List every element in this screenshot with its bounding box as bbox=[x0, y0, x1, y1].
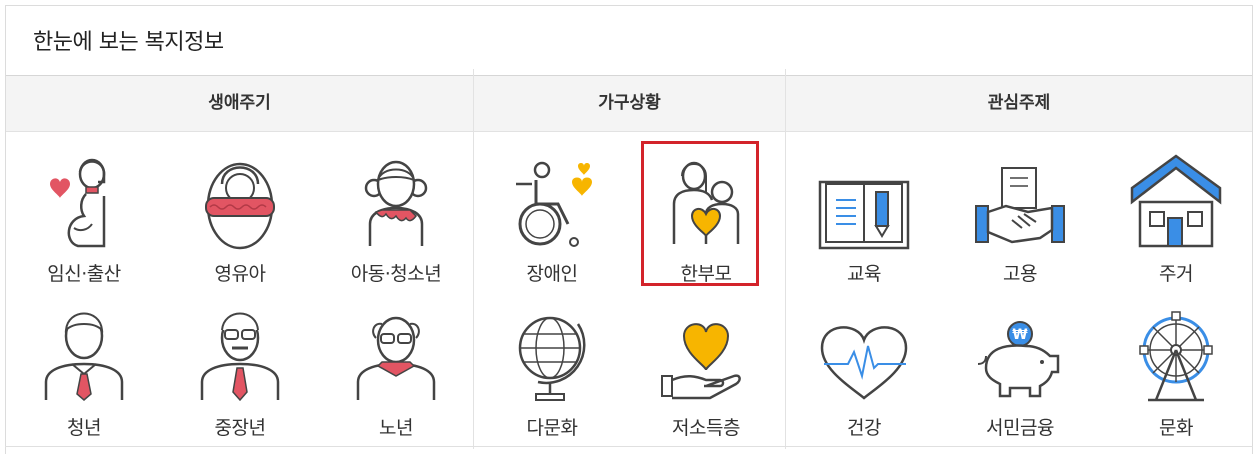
column-header-interest: 관심주제 bbox=[987, 93, 1051, 113]
item-label: 고용 bbox=[1003, 263, 1037, 285]
book-pencil-icon bbox=[818, 180, 910, 250]
item-label: 아동·청소년 bbox=[350, 263, 442, 285]
item-disabled[interactable]: 장애인 bbox=[474, 140, 630, 290]
heart-in-hand-icon bbox=[661, 323, 741, 400]
item-pregnancy[interactable]: 임신·출산 bbox=[6, 140, 162, 290]
item-label: 중장년 bbox=[214, 417, 266, 439]
globe-icon bbox=[518, 316, 586, 401]
item-health[interactable]: 건강 bbox=[786, 294, 942, 444]
item-housing[interactable]: 주거 bbox=[1098, 140, 1254, 290]
item-label: 저소득층 bbox=[672, 417, 740, 439]
column-header-life-cycle: 생애주기 bbox=[208, 93, 271, 113]
item-elderly[interactable]: 노년 bbox=[318, 294, 474, 444]
handshake-icon bbox=[975, 167, 1065, 244]
ferris-wheel-icon bbox=[1139, 311, 1213, 402]
item-culture[interactable]: 문화 bbox=[1098, 294, 1254, 444]
pregnant-woman-icon bbox=[50, 158, 106, 248]
wheelchair-icon bbox=[516, 161, 592, 247]
item-finance[interactable]: ₩ 서민금융 bbox=[942, 294, 1098, 444]
item-low-income[interactable]: 저소득층 bbox=[628, 294, 784, 444]
item-label: 다문화 bbox=[526, 417, 578, 439]
item-child-youth[interactable]: 아동·청소년 bbox=[318, 140, 474, 290]
item-label: 영유아 bbox=[214, 263, 266, 285]
middle-aged-man-icon bbox=[200, 312, 280, 402]
item-label: 건강 bbox=[847, 417, 881, 439]
item-youth[interactable]: 청년 bbox=[6, 294, 162, 444]
elderly-man-icon bbox=[356, 316, 436, 400]
panel-title: 한눈에 보는 복지정보 bbox=[33, 30, 224, 55]
item-label: 장애인 bbox=[526, 263, 578, 285]
item-multicultural[interactable]: 다문화 bbox=[474, 294, 630, 444]
item-label: 노년 bbox=[379, 417, 413, 439]
item-employment[interactable]: 고용 bbox=[942, 140, 1098, 290]
category-header-row: 생애주기 가구상황 관심주제 bbox=[6, 75, 1252, 132]
item-label: 임신·출산 bbox=[47, 263, 121, 285]
piggy-bank-icon: ₩ bbox=[977, 321, 1060, 398]
item-label: 문화 bbox=[1159, 417, 1193, 439]
column-header-household: 가구상황 bbox=[598, 93, 661, 113]
item-label: 청년 bbox=[67, 417, 101, 439]
panel-bottom-border bbox=[5, 446, 1253, 447]
young-man-icon bbox=[44, 312, 124, 401]
item-infant[interactable]: 영유아 bbox=[162, 140, 318, 290]
item-label: 교육 bbox=[847, 263, 881, 285]
item-education[interactable]: 교육 bbox=[786, 140, 942, 290]
item-label: 서민금융 bbox=[986, 417, 1054, 439]
svg-text:₩: ₩ bbox=[1012, 327, 1028, 343]
swaddled-baby-icon bbox=[205, 162, 275, 250]
selected-item-highlight bbox=[641, 141, 759, 286]
heart-pulse-icon bbox=[820, 326, 908, 400]
child-girl-icon bbox=[364, 160, 428, 246]
item-middle-aged[interactable]: 중장년 bbox=[162, 294, 318, 444]
house-icon bbox=[1130, 154, 1222, 248]
item-label: 주거 bbox=[1159, 263, 1193, 285]
